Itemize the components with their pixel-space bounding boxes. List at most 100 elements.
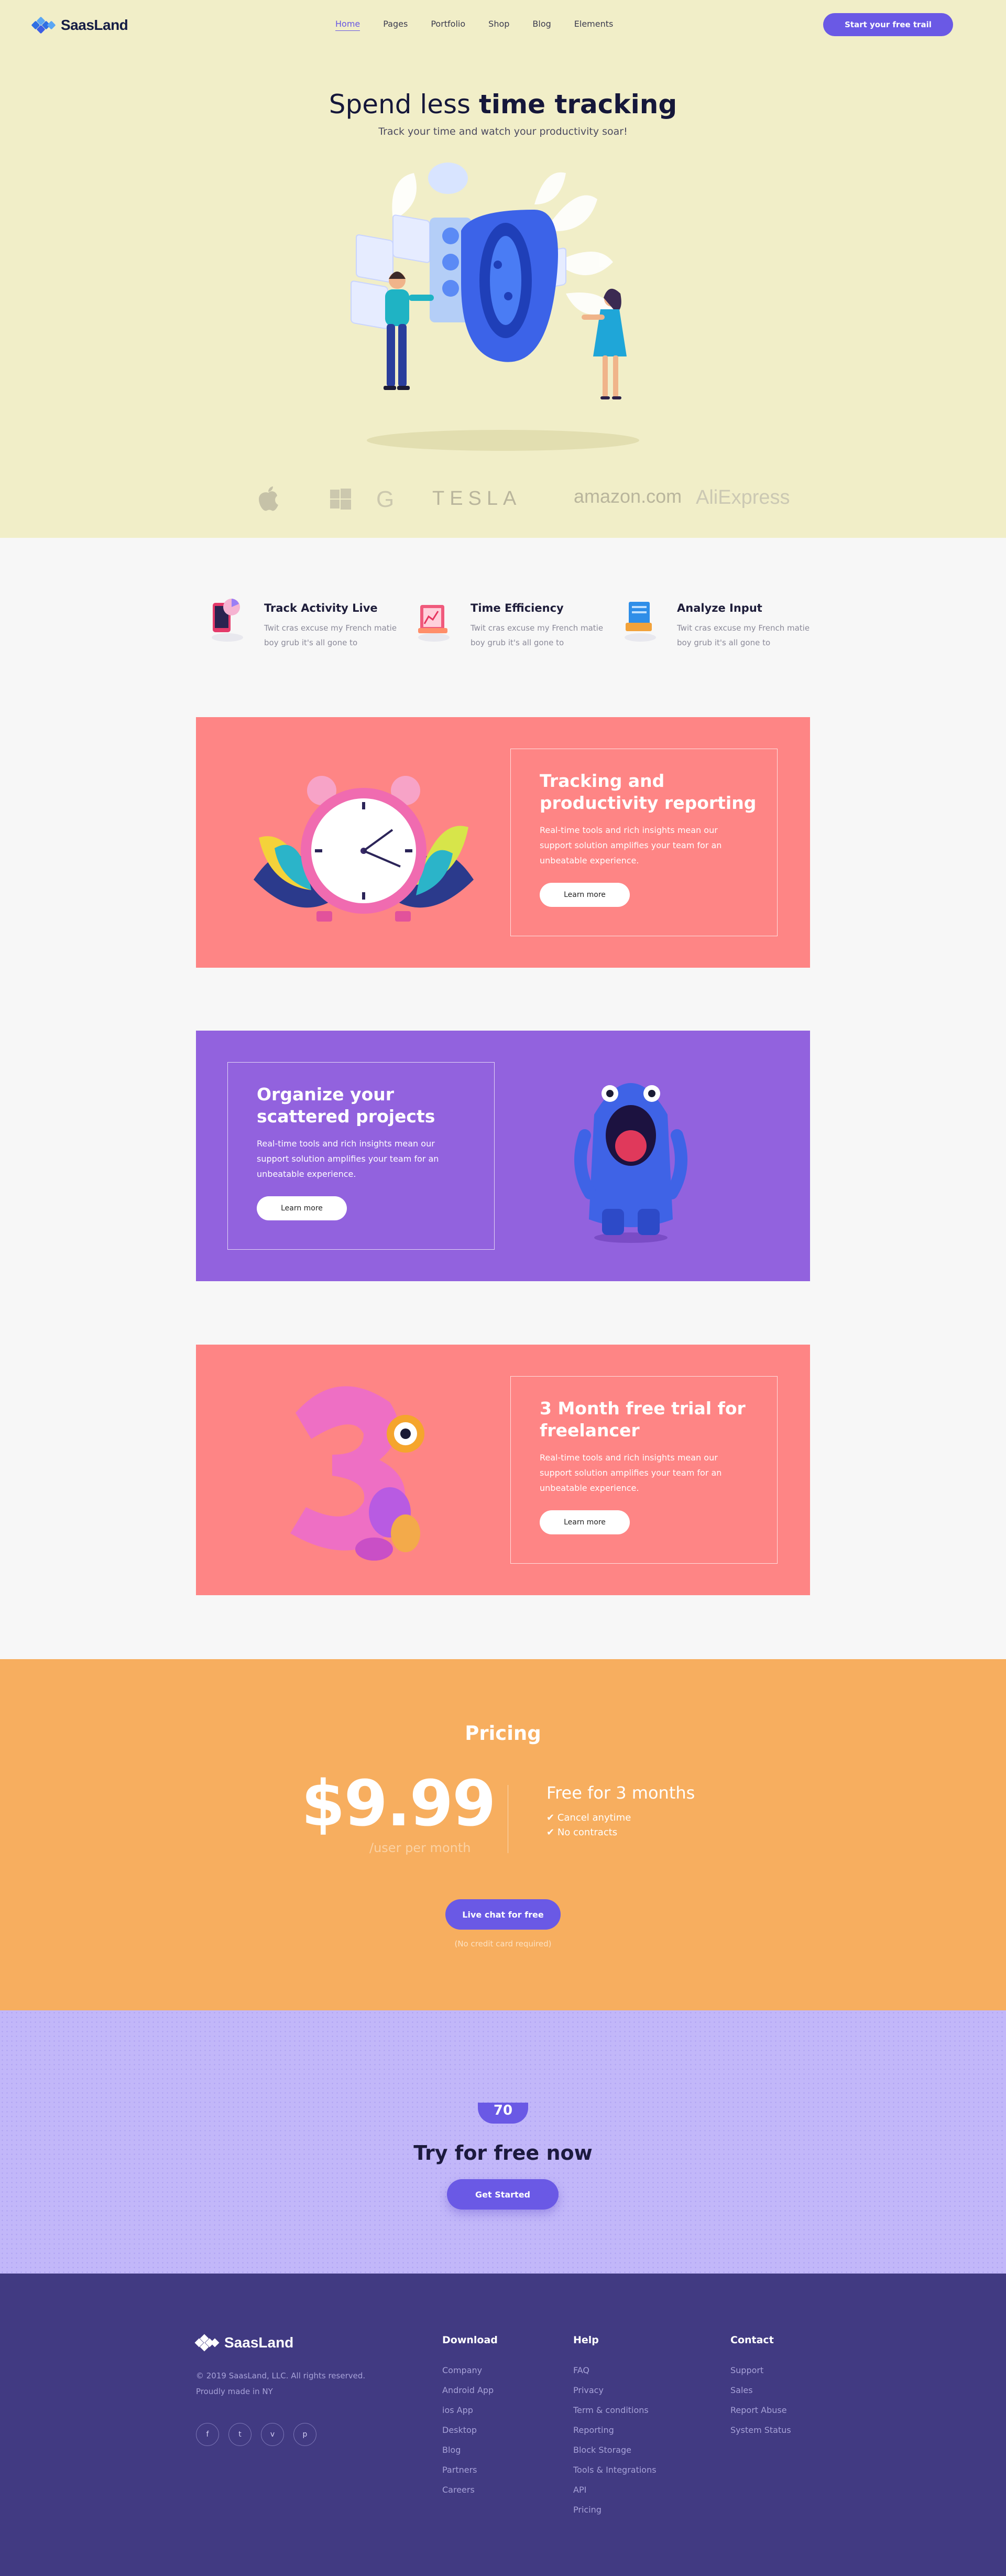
footer-link[interactable]: Desktop	[442, 2420, 498, 2440]
blue-monster-illustration	[574, 1083, 687, 1243]
footer-link[interactable]: Blog	[442, 2440, 498, 2460]
start-free-trial-button[interactable]: Start your free trail	[823, 13, 953, 36]
footer-link[interactable]: Term & conditions	[573, 2400, 657, 2420]
feature-title: Analyze Input	[677, 602, 762, 614]
feature-text: Twit cras excuse my French matie boy gru…	[677, 623, 810, 647]
nav-item-elements[interactable]: Elements	[574, 19, 614, 31]
made-in-text: Proudly made in NY	[196, 2387, 273, 2396]
pinterest-icon[interactable]: p	[293, 2423, 316, 2446]
clipboard-graph-icon	[418, 605, 450, 642]
logo-mark-icon	[31, 16, 56, 34]
brand-logo-aliexpress: AliExpress	[696, 486, 790, 508]
hero-title-light: Spend less	[329, 89, 479, 120]
card-frame: 3 Month free trial for freelancer Real-t…	[510, 1376, 778, 1564]
price-amount: $9.99	[301, 1768, 496, 1841]
time-tracking-illustration	[351, 163, 639, 451]
footer-copyright: © 2019 SaasLand, LLC. All rights reserve…	[196, 2368, 365, 2399]
footer-column-help: Help FAQ Privacy Term & conditions Repor…	[573, 2334, 657, 2520]
hero-section: SaasLand Home Pages Portfolio Shop Blog …	[0, 0, 1006, 538]
learn-more-button[interactable]: Learn more	[257, 1196, 347, 1220]
pricing-title: Pricing	[465, 1722, 541, 1745]
footer-column-title: Contact	[730, 2334, 774, 2346]
footer-link[interactable]: Support	[730, 2361, 791, 2380]
site-logo[interactable]: SaasLand	[31, 16, 128, 34]
footer-link[interactable]: Block Storage	[573, 2440, 657, 2460]
hero-title: Spend less time tracking	[0, 89, 1006, 120]
nav-item-portfolio[interactable]: Portfolio	[431, 19, 465, 31]
hero-subtitle: Track your time and watch your productiv…	[378, 126, 628, 137]
get-started-button[interactable]: Get Started	[447, 2179, 559, 2210]
nav-item-home[interactable]: Home	[335, 19, 360, 31]
logo-wordmark: SaasLand	[224, 2334, 294, 2351]
try-free-title: Try for free now	[413, 2141, 593, 2164]
footer-link[interactable]: Report Abuse	[730, 2400, 791, 2420]
document-stack-icon	[625, 602, 656, 642]
free-months-title: Free for 3 months	[546, 1783, 695, 1803]
card-text: Real-time tools and rich insights mean o…	[540, 825, 722, 865]
logo-wordmark: SaasLand	[61, 17, 128, 33]
vimeo-icon[interactable]: v	[261, 2423, 284, 2446]
footer-link[interactable]: API	[573, 2480, 657, 2500]
top-nav: SaasLand Home Pages Portfolio Shop Blog …	[0, 0, 1006, 48]
percent-badge: 70	[478, 2103, 528, 2124]
google-logo-icon: G	[376, 486, 395, 512]
nav-item-blog[interactable]: Blog	[532, 19, 551, 31]
feature-analyze-input: Analyze Input Twit cras excuse my French…	[619, 596, 818, 658]
nav-item-pages[interactable]: Pages	[383, 19, 408, 31]
card-frame: Tracking and productivity reporting Real…	[510, 749, 778, 936]
checkmark-icon: ✔	[546, 1812, 557, 1823]
live-chat-button[interactable]: Live chat for free	[445, 1899, 561, 1930]
footer-link[interactable]: System Status	[730, 2420, 791, 2440]
card-tracking-reporting: Tracking and productivity reporting Real…	[196, 717, 810, 968]
feature-time-efficiency: Time Efficiency Twit cras excuse my Fren…	[413, 596, 612, 658]
windows-logo-icon	[330, 489, 351, 510]
check-item-cancel: ✔ Cancel anytime	[546, 1812, 631, 1823]
footer-column-title: Help	[573, 2334, 599, 2346]
copyright-text: © 2019 SaasLand, LLC. All rights reserve…	[196, 2371, 366, 2380]
footer-link[interactable]: Careers	[442, 2480, 498, 2500]
card-title: 3 Month free trial for freelancer	[540, 1398, 746, 1441]
apple-logo-icon	[259, 486, 278, 511]
footer-link[interactable]: FAQ	[573, 2361, 657, 2380]
footer-link[interactable]: Company	[442, 2361, 498, 2380]
hero-title-bold: time tracking	[479, 89, 677, 120]
footer-column-contact: Contact Support Sales Report Abuse Syste…	[730, 2334, 791, 2440]
card-text: Real-time tools and rich insights mean o…	[257, 1139, 439, 1179]
footer-link[interactable]: Partners	[442, 2460, 498, 2480]
feature-text: Twit cras excuse my French matie boy gru…	[264, 623, 397, 647]
card-free-trial: 3 Month free trial for freelancer Real-t…	[196, 1345, 810, 1595]
card-title: Tracking and productivity reporting	[540, 771, 757, 813]
features-section: Track Activity Live Twit cras excuse my …	[0, 538, 1006, 706]
footer-column-title: Download	[442, 2334, 498, 2346]
facebook-icon[interactable]: f	[196, 2423, 219, 2446]
footer-link[interactable]: Pricing	[573, 2500, 657, 2520]
nav-item-shop[interactable]: Shop	[488, 19, 509, 31]
footer-link[interactable]: Tools & Integrations	[573, 2460, 657, 2480]
footer-column-download: Download Company Android App ios App Des…	[442, 2334, 498, 2500]
brand-logo-tesla: TESLA	[432, 488, 522, 510]
check-label: Cancel anytime	[557, 1812, 631, 1823]
feature-title: Track Activity Live	[264, 602, 378, 614]
twitter-icon[interactable]: t	[228, 2423, 252, 2446]
no-credit-card-note: (No credit card required)	[454, 1939, 552, 1949]
footer-logo[interactable]: SaasLand	[194, 2334, 294, 2352]
card-organize-projects: Organize your scattered projects Real-ti…	[196, 1031, 810, 1281]
footer-link[interactable]: ios App	[442, 2400, 498, 2420]
brand-logos: G TESLA amazon.com AliExpress	[246, 482, 791, 514]
pink-three-monster-illustration	[290, 1386, 424, 1561]
checkmark-icon: ✔	[546, 1827, 557, 1838]
learn-more-button[interactable]: Learn more	[540, 883, 630, 907]
footer-link[interactable]: Privacy	[573, 2380, 657, 2400]
card-text: Real-time tools and rich insights mean o…	[540, 1453, 722, 1493]
learn-more-button[interactable]: Learn more	[540, 1510, 630, 1534]
card-title: Organize your scattered projects	[257, 1084, 435, 1127]
alarm-clock-illustration	[254, 776, 474, 922]
logo-mark-icon	[194, 2334, 220, 2352]
price-unit: /user per month	[369, 1841, 471, 1855]
footer-link[interactable]: Reporting	[573, 2420, 657, 2440]
pricing-section: Pricing $9.99 /user per month Free for 3…	[0, 1659, 1006, 2010]
phone-chart-icon	[212, 599, 243, 642]
site-footer: SaasLand © 2019 SaasLand, LLC. All right…	[0, 2274, 1006, 2576]
footer-link[interactable]: Android App	[442, 2380, 498, 2400]
footer-link[interactable]: Sales	[730, 2380, 791, 2400]
